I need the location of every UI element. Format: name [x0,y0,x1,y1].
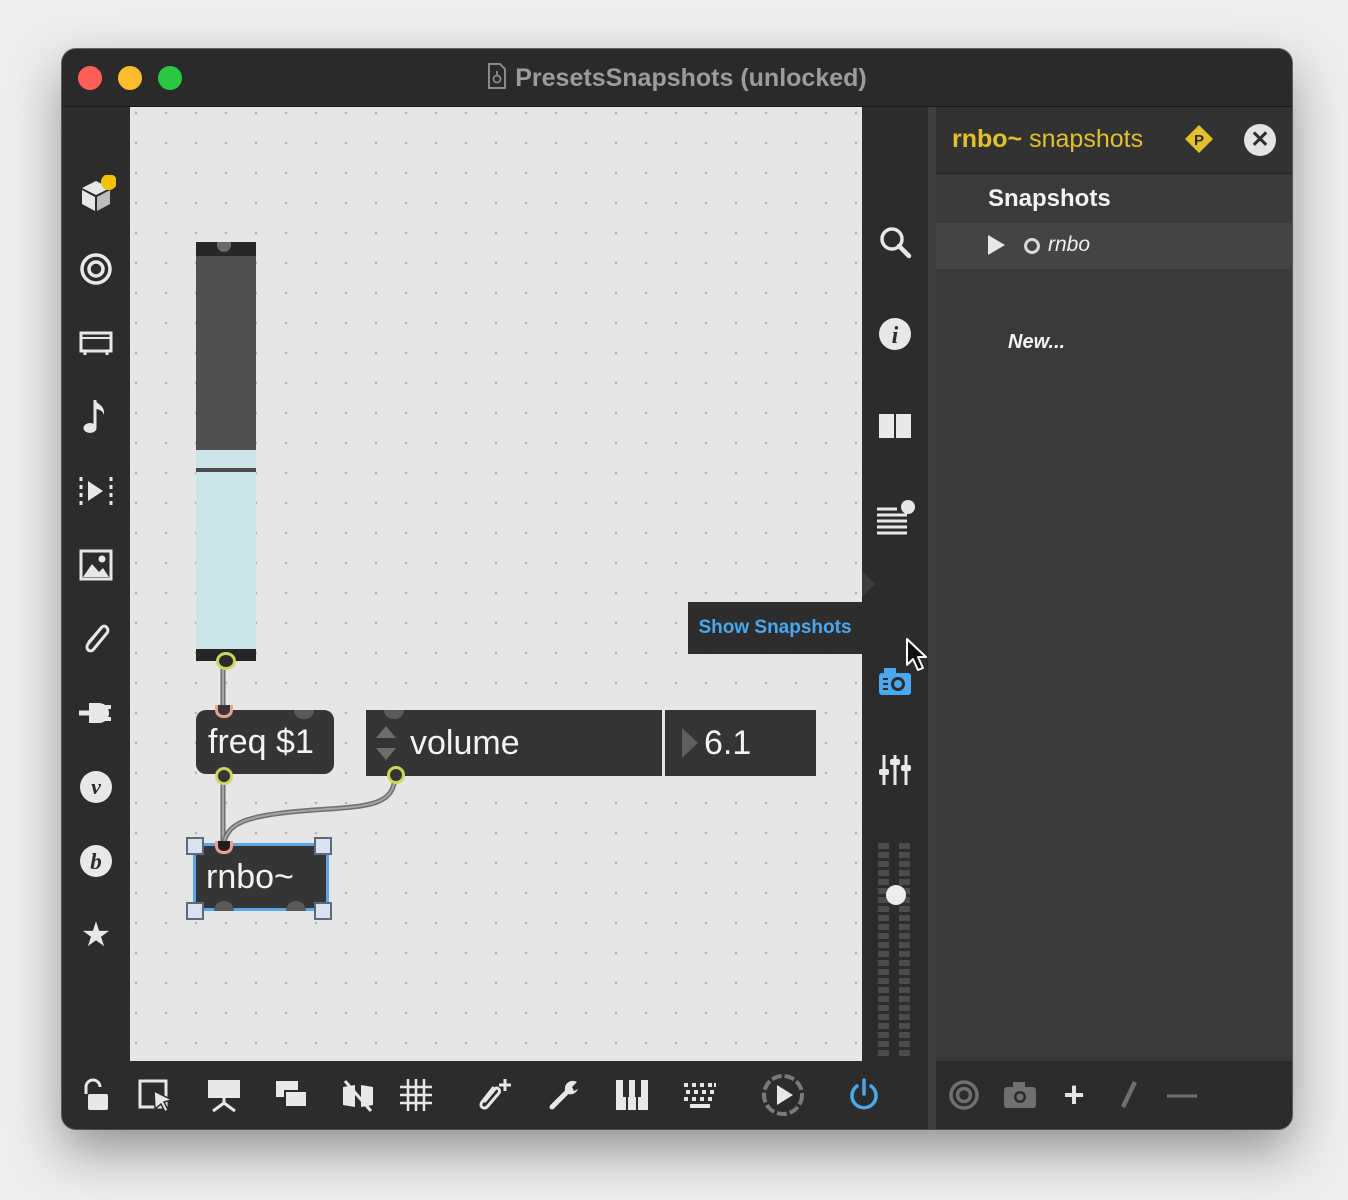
piano-icon[interactable] [610,1073,654,1117]
keyboard-icon[interactable] [678,1073,722,1117]
sidebar-pointer-arrow [862,571,875,597]
add-attachment-icon[interactable] [472,1073,516,1117]
svg-text:v: v [91,774,101,799]
layers-icon[interactable] [270,1073,314,1117]
hide-icon[interactable] [336,1073,380,1117]
grid-icon[interactable] [394,1073,438,1117]
preset-badge-icon[interactable]: P [1184,124,1214,154]
presentation-pointer-icon[interactable] [134,1073,178,1117]
plug-icon[interactable] [76,693,116,733]
attrui-outlet[interactable] [387,766,405,784]
volume-slider-thumb[interactable] [886,885,906,905]
resize-handle-tr[interactable] [314,837,332,855]
columns-icon[interactable] [874,405,916,447]
mouse-cursor-icon [906,638,927,671]
power-icon[interactable] [842,1073,886,1117]
slider-fill [196,450,256,661]
left-toolbar: v b ★ [62,107,130,1061]
window-title: PresetsSnapshots (unlocked) [515,64,867,92]
attrui-attribute[interactable]: volume [410,724,520,763]
display-icon[interactable] [76,323,116,363]
svg-text:b: b [90,849,102,874]
snapshot-status-icon [1024,238,1040,254]
number-triangle-icon [682,728,698,758]
title-bar: PresetsSnapshots (unlocked) [62,49,1292,107]
slider-track [196,256,256,450]
panel-title: rnbo~ snapshots [952,125,1143,154]
image-icon[interactable] [76,545,116,585]
mixer-icon[interactable] [874,749,916,791]
output-level-meter[interactable] [878,843,914,1057]
attrui-divider [662,710,665,776]
attrui-volume[interactable]: volume 6.1 [366,710,816,776]
meter-left-channel [878,843,889,1057]
snapshots-panel: rnbo~ snapshots P ✕ Snapshots rnbo New..… [936,107,1292,1061]
transport-icon[interactable] [76,471,116,511]
message-outlet[interactable] [215,767,233,785]
panel-divider[interactable] [928,107,936,1129]
snapshot-name[interactable]: rnbo [1048,233,1090,257]
max-patcher-window: PresetsSnapshots (unlocked) v b ★ freq $… [62,49,1292,1129]
add-snapshot-icon[interactable]: + [1054,1074,1094,1115]
lock-icon[interactable] [74,1073,118,1117]
meter-right-channel [899,843,910,1057]
resize-handle-bl[interactable] [186,902,204,920]
list-icon[interactable] [874,497,916,539]
target-icon[interactable] [944,1075,984,1115]
presentation-icon[interactable] [202,1073,246,1117]
message-box-freq[interactable]: freq $1 [196,710,334,774]
take-snapshot-icon[interactable] [1000,1075,1040,1115]
snapshots-section-label: Snapshots [988,185,1111,212]
star-icon[interactable]: ★ [76,915,116,955]
music-note-icon[interactable] [76,397,116,437]
slider-outlet[interactable] [216,652,236,670]
pencil-icon[interactable] [1108,1075,1148,1115]
window-title-group: PresetsSnapshots (unlocked) [62,63,1292,93]
slider-object[interactable] [196,242,256,661]
play-snapshot-icon[interactable] [988,235,1005,255]
v-icon[interactable]: v [76,767,116,807]
svg-text:P: P [1194,132,1204,149]
slider-knob[interactable] [196,468,256,472]
rnbo-object[interactable]: rnbo~ [193,843,329,911]
paperclip-icon[interactable] [76,619,116,659]
remove-snapshot-icon[interactable]: — [1162,1075,1202,1115]
info-icon[interactable]: i [874,313,916,355]
bottom-toolbar [62,1061,928,1129]
close-panel-button[interactable]: ✕ [1244,124,1276,156]
target-icon[interactable] [76,249,116,289]
stepper-arrows-icon[interactable] [374,722,398,764]
snapshots-toolbar: + — [936,1061,1292,1129]
play-icon[interactable] [760,1072,806,1118]
attrui-value[interactable]: 6.1 [704,724,751,763]
resize-handle-tl[interactable] [186,837,204,855]
show-snapshots-tooltip: Show Snapshots [688,602,862,654]
panel-title-object: rnbo~ [952,125,1023,153]
resize-handle-br[interactable] [314,902,332,920]
snapshots-panel-header: rnbo~ snapshots P ✕ [936,107,1292,174]
package-icon[interactable] [76,175,116,215]
document-icon [488,63,507,89]
b-icon[interactable]: b [76,841,116,881]
svg-text:i: i [892,323,899,349]
panel-title-suffix: snapshots [1022,125,1144,153]
snapshot-item[interactable]: rnbo [936,223,1292,269]
wrench-icon[interactable] [542,1073,586,1117]
new-snapshot-button[interactable]: New... [1008,331,1065,354]
search-icon[interactable] [874,221,916,263]
